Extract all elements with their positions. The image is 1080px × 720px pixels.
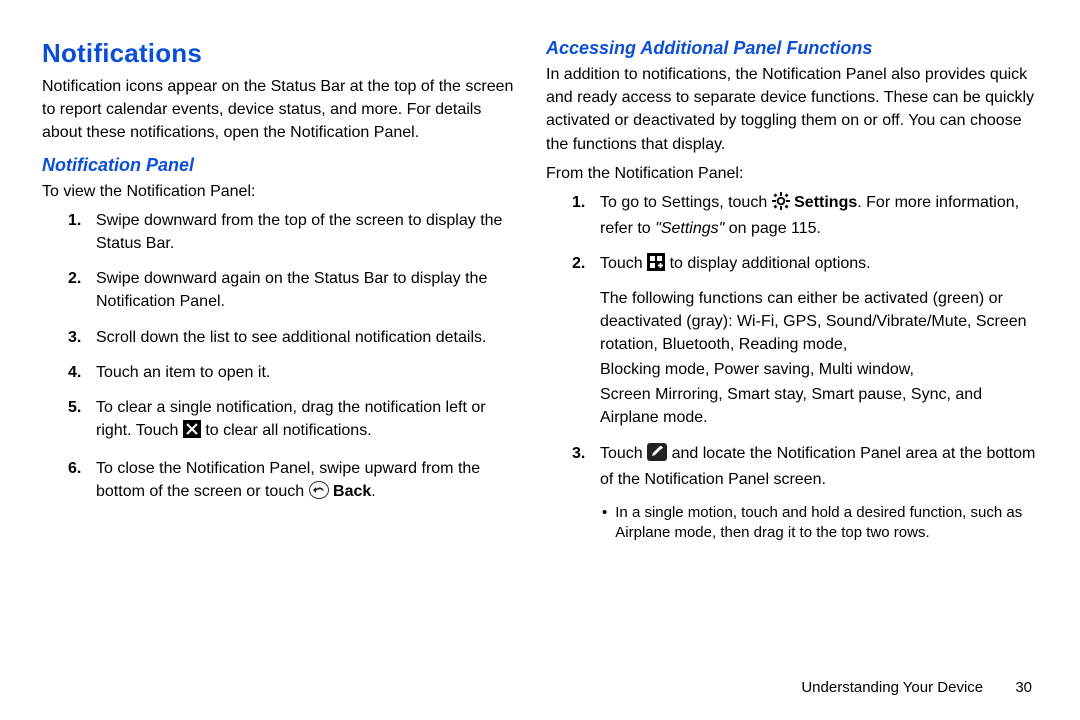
pencil-edit-icon bbox=[647, 443, 667, 468]
back-arrow-icon bbox=[309, 481, 329, 506]
settings-ref: "Settings" bbox=[655, 220, 724, 237]
step-number: 1. bbox=[572, 191, 585, 214]
step-number: 2. bbox=[572, 252, 585, 275]
right-intro: In addition to notifications, the Notifi… bbox=[546, 63, 1038, 156]
intro-text: Notification icons appear on the Status … bbox=[42, 75, 518, 145]
right-step-3: 3. Touch and locate the Notification Pan… bbox=[600, 442, 1038, 544]
grid-expand-icon bbox=[647, 253, 665, 278]
step-3: 3. Scroll down the list to see additiona… bbox=[96, 326, 518, 349]
step-text-b: to display additional options. bbox=[670, 255, 871, 272]
functions-list-2: Blocking mode, Power saving, Multi windo… bbox=[600, 358, 1038, 381]
functions-list-3: Screen Mirroring, Smart stay, Smart paus… bbox=[600, 383, 1038, 429]
step-text-a: To go to Settings, touch bbox=[600, 194, 772, 211]
lead-text: To view the Notification Panel: bbox=[42, 180, 518, 203]
step-5: 5. To clear a single notification, drag … bbox=[96, 396, 518, 445]
step-number: 3. bbox=[68, 326, 81, 349]
bullet-item: • In a single motion, touch and hold a d… bbox=[600, 503, 1038, 544]
step-text-a: To close the Notification Panel, swipe u… bbox=[96, 460, 480, 500]
step-4: 4. Touch an item to open it. bbox=[96, 361, 518, 384]
step-text-a: Touch bbox=[600, 445, 647, 462]
right-step-2: 2. Touch to display additional options. … bbox=[600, 252, 1038, 429]
step-text: Swipe downward again on the Status Bar t… bbox=[96, 270, 487, 310]
step-text-c: on page 115. bbox=[724, 220, 821, 237]
step-text-a: Touch bbox=[600, 255, 647, 272]
functions-list-1: The following functions can either be ac… bbox=[600, 287, 1038, 357]
step-2: 2. Swipe downward again on the Status Ba… bbox=[96, 267, 518, 313]
step-text-b: to clear all notifications. bbox=[205, 422, 371, 439]
footer: Understanding Your Device 30 bbox=[801, 679, 1032, 696]
step-text: Swipe downward from the top of the scree… bbox=[96, 212, 502, 252]
gear-icon bbox=[772, 192, 790, 217]
step-number: 4. bbox=[68, 361, 81, 384]
footer-chapter: Understanding Your Device bbox=[801, 679, 983, 696]
settings-label: Settings bbox=[794, 194, 857, 211]
right-step-1: 1. To go to Settings, touch Settings. Fo… bbox=[600, 191, 1038, 240]
step-text: Scroll down the list to see additional n… bbox=[96, 329, 486, 346]
from-text: From the Notification Panel: bbox=[546, 162, 1038, 185]
footer-page-number: 30 bbox=[1015, 679, 1032, 696]
step-6: 6. To close the Notification Panel, swip… bbox=[96, 457, 518, 506]
bullet-text: In a single motion, touch and hold a des… bbox=[615, 503, 1038, 544]
subheading-additional-functions: Accessing Additional Panel Functions bbox=[546, 38, 1038, 59]
step-number: 5. bbox=[68, 396, 81, 419]
back-label: Back bbox=[333, 483, 371, 500]
subheading-notification-panel: Notification Panel bbox=[42, 155, 518, 176]
step-1: 1. Swipe downward from the top of the sc… bbox=[96, 209, 518, 255]
close-x-icon bbox=[183, 420, 201, 445]
heading-notifications: Notifications bbox=[42, 38, 518, 69]
bullet-icon: • bbox=[602, 503, 607, 544]
step-number: 3. bbox=[572, 442, 585, 465]
step-number: 2. bbox=[68, 267, 81, 290]
step-text-b: . bbox=[371, 483, 375, 500]
step-number: 1. bbox=[68, 209, 81, 232]
step-text: Touch an item to open it. bbox=[96, 364, 270, 381]
step-number: 6. bbox=[68, 457, 81, 480]
